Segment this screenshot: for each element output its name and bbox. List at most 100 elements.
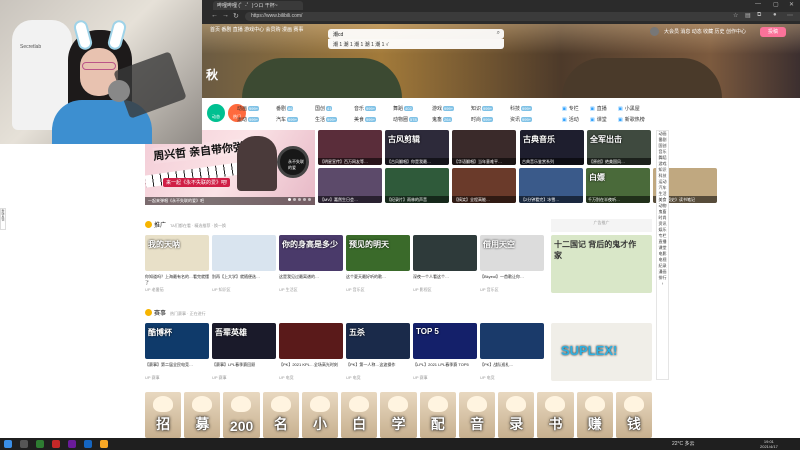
video-card[interactable]	[212, 235, 276, 271]
extensions-icon[interactable]: ⧉	[757, 12, 761, 19]
video-card[interactable]: 酷博杯	[145, 323, 209, 359]
app-icon[interactable]	[68, 440, 76, 448]
recruit-banner[interactable]: 招 募 200 名 小 白 学 配 音 录 书 赚 钱	[145, 392, 653, 438]
user-nav[interactable]: 大会员 消息 动态 收藏 历史 创作中心	[664, 28, 746, 35]
video-title[interactable]: 【赛事】第二届全民电竞…	[145, 362, 209, 374]
video-title[interactable]: 这个夏天最好听的歌…	[346, 274, 410, 286]
app-icon[interactable]	[52, 440, 60, 448]
carousel-dot[interactable]	[298, 198, 301, 201]
side-nav-item[interactable]: ↑	[657, 281, 668, 287]
weather-widget[interactable]: 22°C 多云	[672, 440, 695, 447]
channel-item[interactable]: 鬼畜 264	[432, 116, 452, 123]
video-card[interactable]	[279, 323, 343, 359]
video-title[interactable]: 你知道吗？上海最有名的…看完就懂了	[145, 274, 209, 286]
video-uploader[interactable]: UP 影视区	[413, 287, 432, 293]
video-card[interactable]: 【纪录片】雨林的声音	[385, 168, 449, 203]
video-uploader[interactable]: UP 老番茄	[145, 287, 164, 293]
back-icon[interactable]: ←	[211, 12, 218, 19]
video-card[interactable]: 吾辈英雄	[212, 323, 276, 359]
search-icon[interactable]: ⌕	[497, 30, 500, 37]
video-uploader[interactable]: UP 电竞	[480, 375, 495, 381]
section-subtitle[interactable]: 热门赛事 · 正在进行	[170, 311, 206, 316]
channel-item[interactable]: 科技 999+	[510, 105, 533, 112]
video-card[interactable]: 【华语翻唱】当年意难平…	[452, 130, 516, 165]
channel-item[interactable]: 资讯 999+	[510, 116, 533, 123]
video-card[interactable]: 【MV】嘉然生日会…	[318, 168, 382, 203]
top-nav[interactable]: 首页 番剧 直播 游戏中心 会员购 漫画 赛事	[210, 26, 303, 33]
channel-item[interactable]: 游戏 999+	[432, 105, 455, 112]
video-title[interactable]: 深夜一个人看这个…	[413, 274, 477, 286]
search-input[interactable]: 潮cd ⌕	[328, 29, 504, 39]
collections-icon[interactable]: ▤	[745, 12, 751, 19]
close-icon[interactable]: ✕	[789, 1, 794, 8]
reload-icon[interactable]: ↻	[233, 12, 239, 20]
video-card[interactable]: 借用天空	[480, 235, 544, 271]
video-card[interactable]: 我的天呐	[145, 235, 209, 271]
video-card[interactable]: 【明星宣传】百万网友等…	[318, 130, 382, 165]
video-uploader[interactable]: UP 音乐区	[480, 287, 499, 293]
channel-item[interactable]: 番剧 86	[276, 105, 294, 112]
video-uploader[interactable]: UP 生活区	[279, 287, 298, 293]
minimize-icon[interactable]: —	[755, 1, 761, 7]
video-card[interactable]: 白嫖 千万别在半夜听…	[586, 168, 650, 203]
video-card[interactable]: 古典音乐 古典音乐鉴赏系列	[520, 130, 584, 165]
carousel-dot[interactable]	[293, 198, 296, 201]
ad-card[interactable]: 十二国记 背后的鬼才作家	[551, 235, 652, 293]
channel-item[interactable]: 运动 999+	[237, 116, 260, 123]
video-uploader[interactable]: UP 赛事	[145, 375, 160, 381]
address-bar[interactable]: https://www.bilibili.com/	[245, 12, 800, 21]
browser-tab[interactable]: 哔哩哔哩 (゜-゜)つロ 干杯~	[213, 1, 303, 10]
channel-item[interactable]: 动物圈 578	[393, 116, 418, 123]
upload-button[interactable]: 投稿	[760, 27, 786, 37]
ad-card[interactable]: SUPLEX!	[551, 323, 652, 381]
channel-item[interactable]: 音乐 999+	[354, 105, 377, 112]
video-uploader[interactable]: UP 知识区	[212, 287, 231, 293]
forward-icon[interactable]: →	[222, 12, 229, 19]
app-icon[interactable]	[36, 440, 44, 448]
edge-icon[interactable]	[84, 440, 92, 448]
video-title[interactable]: 【赛事】LPL春季赛回顾	[212, 362, 276, 374]
video-card[interactable]: 全军出击 【原创】绝美国风…	[587, 130, 651, 165]
channel-item[interactable]: 生活 999+	[315, 116, 338, 123]
app-icon[interactable]	[100, 440, 108, 448]
video-title[interactable]: 【PK】第一人称…这波操作	[346, 362, 410, 374]
video-title[interactable]: 这是我见过最离谱的…	[279, 274, 343, 286]
video-title[interactable]: 别再【上大学】就随便选…	[212, 274, 276, 286]
channel-link[interactable]: ▣ 小黑屋	[618, 105, 640, 112]
video-title[interactable]: 【PK】战队巡礼…	[480, 362, 544, 374]
carousel-dot[interactable]	[303, 198, 306, 201]
video-title[interactable]: 【Bkyeol】一首歌让你…	[480, 274, 544, 286]
channel-item[interactable]: 知识 999+	[471, 105, 494, 112]
windows-start-icon[interactable]	[4, 440, 12, 448]
search-suggestions[interactable]: 潮 1 潮 1 潮 1 潮 1 潮 1 √	[328, 39, 504, 49]
channel-link[interactable]: ▣ 活动	[562, 116, 579, 123]
carousel-dot[interactable]	[288, 198, 291, 201]
video-uploader[interactable]: UP 赛事	[212, 375, 227, 381]
feedback-tab[interactable]: 新版反馈	[0, 208, 6, 230]
video-card[interactable]: 【2分钟看完】冰雪…	[519, 168, 583, 203]
channel-item[interactable]: 汽车 999+	[276, 116, 299, 123]
menu-icon[interactable]: ⋯	[787, 12, 793, 19]
video-card[interactable]: TOP 5	[413, 323, 477, 359]
video-uploader[interactable]: UP 电竞	[346, 375, 361, 381]
avatar[interactable]	[650, 27, 659, 36]
video-title[interactable]: 【LPL】2021 LPL春季赛 TOP5	[413, 362, 477, 374]
channel-link[interactable]: ▣ 课堂	[590, 116, 607, 123]
search-icon[interactable]	[20, 440, 28, 448]
maximize-icon[interactable]: ▢	[773, 1, 779, 8]
video-uploader[interactable]: UP 音乐区	[346, 287, 365, 293]
carousel-dot[interactable]	[308, 198, 311, 201]
video-card[interactable]: 五杀	[346, 323, 410, 359]
clock[interactable]: 19:01 2021/4/17	[760, 439, 778, 449]
star-icon[interactable]: ☆	[733, 12, 738, 19]
video-card[interactable]	[480, 323, 544, 359]
channel-item[interactable]: 动画 999+	[237, 105, 260, 112]
channel-link[interactable]: ▣ 新歌热榜	[618, 116, 645, 123]
video-card[interactable]: 你的身高是多少	[279, 235, 343, 271]
channel-link[interactable]: ▣ 直播	[590, 105, 607, 112]
video-card[interactable]: 古风剪辑 【古风翻唱】你是我最…	[385, 130, 449, 165]
channel-item[interactable]: 国创 41	[315, 105, 333, 112]
video-card[interactable]: 【搞笑】全程高能…	[452, 168, 516, 203]
video-title[interactable]: 【PK】2021 KPL…全场高光时刻	[279, 362, 343, 374]
section-subtitle[interactable]: TA们都在看 · 精选推荐 · 换一换	[170, 223, 226, 228]
